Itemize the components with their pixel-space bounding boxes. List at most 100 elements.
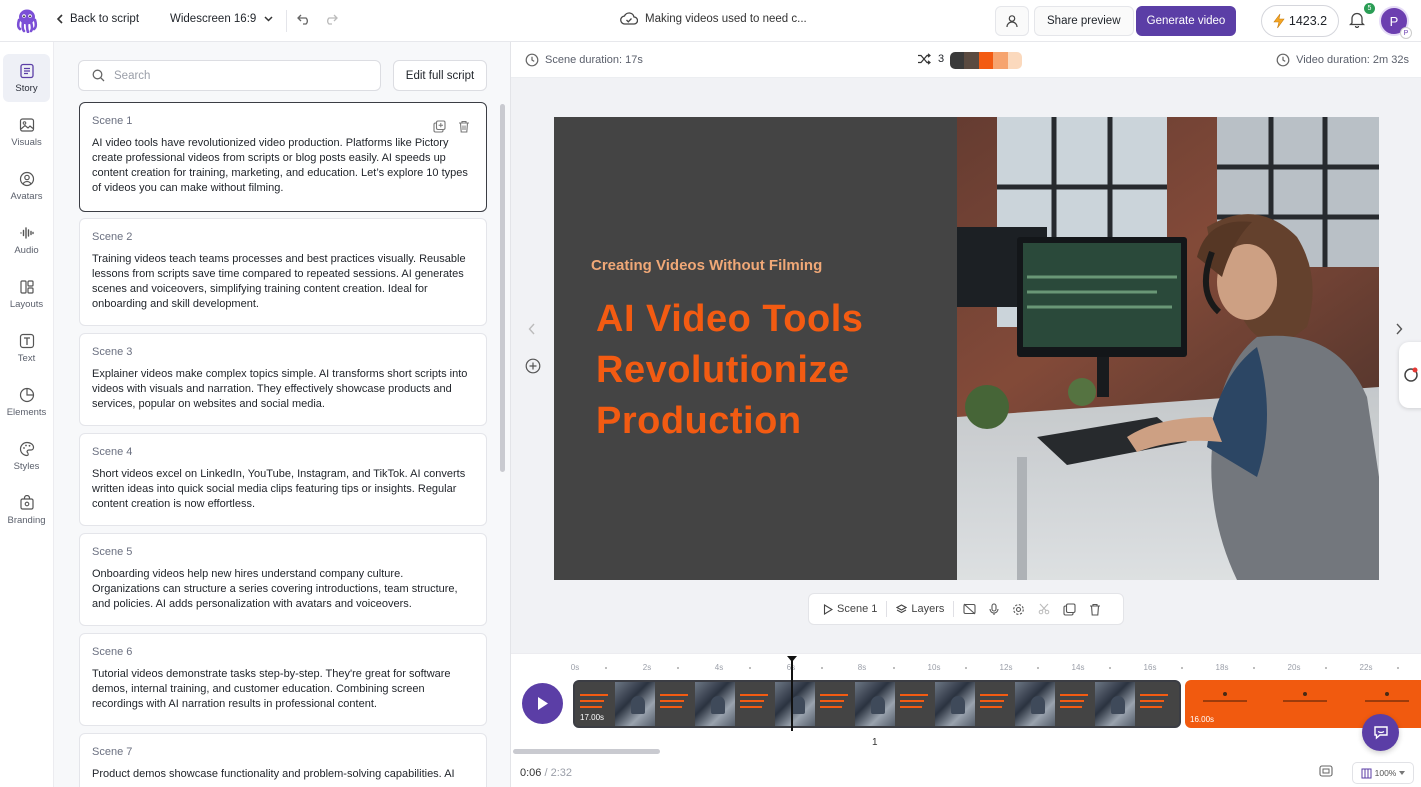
app-logo-icon[interactable] <box>14 7 40 33</box>
settings-gear-icon[interactable] <box>1012 603 1025 616</box>
rail-item-visuals[interactable]: Visuals <box>3 108 50 156</box>
ruler-tick: 18s <box>1215 663 1229 672</box>
ruler-dot <box>821 667 823 669</box>
clip-thumbnail <box>1055 682 1095 726</box>
slide-headline[interactable]: AI Video Tools Revolutionize Production <box>596 294 863 447</box>
shuffle-layouts-button[interactable]: 3 <box>917 53 944 65</box>
microphone-icon[interactable] <box>989 602 999 616</box>
color-palette[interactable] <box>950 52 1022 69</box>
clip-thumbnail <box>775 682 815 726</box>
zoom-dropdown[interactable]: 100% <box>1352 762 1414 784</box>
palette-swatch <box>964 52 979 69</box>
rail-item-audio[interactable]: Audio <box>3 216 50 264</box>
redo-icon[interactable] <box>324 13 338 25</box>
scene-text[interactable]: Explainer videos make complex topics sim… <box>92 367 474 412</box>
rail-label-branding: Branding <box>7 514 46 526</box>
scene-card-6[interactable]: Scene 6 Tutorial videos demonstrate task… <box>79 633 487 726</box>
aspect-ratio-dropdown[interactable]: Widescreen 16:9 <box>170 13 273 25</box>
timecode: 0:06 / 2:32 <box>520 767 573 779</box>
rail-item-elements[interactable]: Elements <box>3 378 50 426</box>
trash-icon[interactable] <box>458 120 470 133</box>
chat-support-button[interactable] <box>1362 714 1399 751</box>
fit-to-screen-icon[interactable] <box>1319 765 1333 777</box>
rail-item-text[interactable]: Text <box>3 324 50 372</box>
layers-label: Layers <box>911 603 945 615</box>
share-users-button[interactable] <box>995 6 1029 36</box>
scene-text[interactable]: AI video tools have revolutionized video… <box>92 136 474 196</box>
project-title-text: Making videos used to need c... <box>645 12 807 25</box>
scene-card-2[interactable]: Scene 2 Training videos teach teams proc… <box>79 218 487 326</box>
back-to-script-button[interactable]: Back to script <box>56 13 139 25</box>
palette-swatch <box>993 52 1008 69</box>
scissors-icon[interactable] <box>1038 603 1050 615</box>
search-input[interactable]: Search <box>114 70 150 82</box>
generate-video-button[interactable]: Generate video <box>1136 6 1236 36</box>
project-title[interactable]: Making videos used to need c... <box>620 12 807 25</box>
rail-label-story: Story <box>15 82 38 94</box>
clip-thumbnail <box>815 682 855 726</box>
ruler-tick: 4s <box>714 663 724 672</box>
scene-card-1[interactable]: Scene 1 AI video tools have revolutioniz… <box>79 102 487 212</box>
rail-item-layouts[interactable]: Layouts <box>3 270 50 318</box>
headline-line: Production <box>596 400 802 442</box>
script-scrollbar[interactable] <box>500 104 505 472</box>
search-box[interactable]: Search <box>78 60 381 91</box>
rail-item-avatars[interactable]: Avatars <box>3 162 50 210</box>
edit-full-script-button[interactable]: Edit full script <box>393 60 487 91</box>
scene-card-5[interactable]: Scene 5 Onboarding videos help new hires… <box>79 533 487 626</box>
scene-toolbar-label: Scene 1 <box>837 603 878 615</box>
scene-play-button[interactable]: Scene 1 <box>823 603 877 615</box>
ruler-tick: 14s <box>1071 663 1085 672</box>
palette-swatch <box>978 52 994 69</box>
slide-subtitle[interactable]: Creating Videos Without Filming <box>591 257 822 274</box>
hide-visual-icon[interactable] <box>963 603 976 615</box>
trash-icon[interactable] <box>1089 603 1101 616</box>
scene-card-4[interactable]: Scene 4 Short videos excel on LinkedIn, … <box>79 433 487 526</box>
notifications-button[interactable]: 5 <box>1349 3 1375 28</box>
timeline-playhead[interactable] <box>787 656 797 731</box>
duplicate-icon[interactable] <box>1063 602 1076 616</box>
workspace-avatar: P <box>1400 27 1412 39</box>
rail-item-styles[interactable]: Styles <box>3 432 50 480</box>
rail-item-branding[interactable]: Branding <box>3 486 50 534</box>
clip-thumbnail <box>1095 682 1135 726</box>
clock-icon <box>525 53 539 67</box>
credits-button[interactable]: 1423.2 <box>1261 5 1339 37</box>
scene-text[interactable]: Training videos teach teams processes an… <box>92 252 474 312</box>
scene-duration: Scene duration: 17s <box>525 53 643 67</box>
rail-label-audio: Audio <box>14 244 39 256</box>
user-add-icon <box>1005 14 1019 28</box>
slide-background-photo[interactable] <box>957 117 1379 580</box>
scene-label: Scene 7 <box>92 746 133 758</box>
layers-button[interactable]: Layers <box>896 603 944 615</box>
clip-thumb-mark <box>1223 692 1227 696</box>
ruler-dot <box>1109 667 1111 669</box>
play-button[interactable] <box>522 683 563 724</box>
top-bar: Back to script Widescreen 16:9 Making vi… <box>0 0 1421 42</box>
clip-number: 1 <box>872 737 878 748</box>
assistant-side-widget[interactable] <box>1399 342 1421 408</box>
timeline-scrollbar[interactable] <box>513 749 660 754</box>
scene-card-3[interactable]: Scene 3 Explainer videos make complex to… <box>79 333 487 426</box>
slide-canvas[interactable]: Creating Videos Without Filming AI Video… <box>554 117 1379 580</box>
user-avatar[interactable]: P P <box>1379 6 1412 39</box>
duplicate-icon[interactable] <box>433 120 446 133</box>
undo-icon[interactable] <box>297 13 311 25</box>
layout-icon <box>19 279 35 295</box>
scene-text[interactable]: Onboarding videos help new hires underst… <box>92 567 474 612</box>
clip-thumbnail <box>975 682 1015 726</box>
scene-duration-text: Scene duration: 17s <box>545 54 643 66</box>
scene-label: Scene 4 <box>92 446 133 458</box>
next-scene-arrow-icon[interactable] <box>1395 323 1403 335</box>
add-scene-plus-icon[interactable] <box>525 358 541 374</box>
video-duration: Video duration: 2m 32s <box>1276 53 1409 67</box>
share-preview-button[interactable]: Share preview <box>1034 6 1134 36</box>
scene-card-7[interactable]: Scene 7 Product demos showcase functiona… <box>79 733 487 787</box>
prev-scene-arrow-icon[interactable] <box>528 323 536 335</box>
scene-text[interactable]: Tutorial videos demonstrate tasks step-b… <box>92 667 474 712</box>
scene-text[interactable]: Short videos excel on LinkedIn, YouTube,… <box>92 467 474 512</box>
timeline-clip-scene-1[interactable]: 17.00s <box>573 680 1181 728</box>
scene-text[interactable]: Product demos showcase functionality and… <box>92 767 474 782</box>
timeline-ruler[interactable]: 0s 2s 4s 6s 8s 10s 12s 14s 16s 18s 20s 2… <box>571 663 1421 675</box>
rail-item-story[interactable]: Story <box>3 54 50 102</box>
